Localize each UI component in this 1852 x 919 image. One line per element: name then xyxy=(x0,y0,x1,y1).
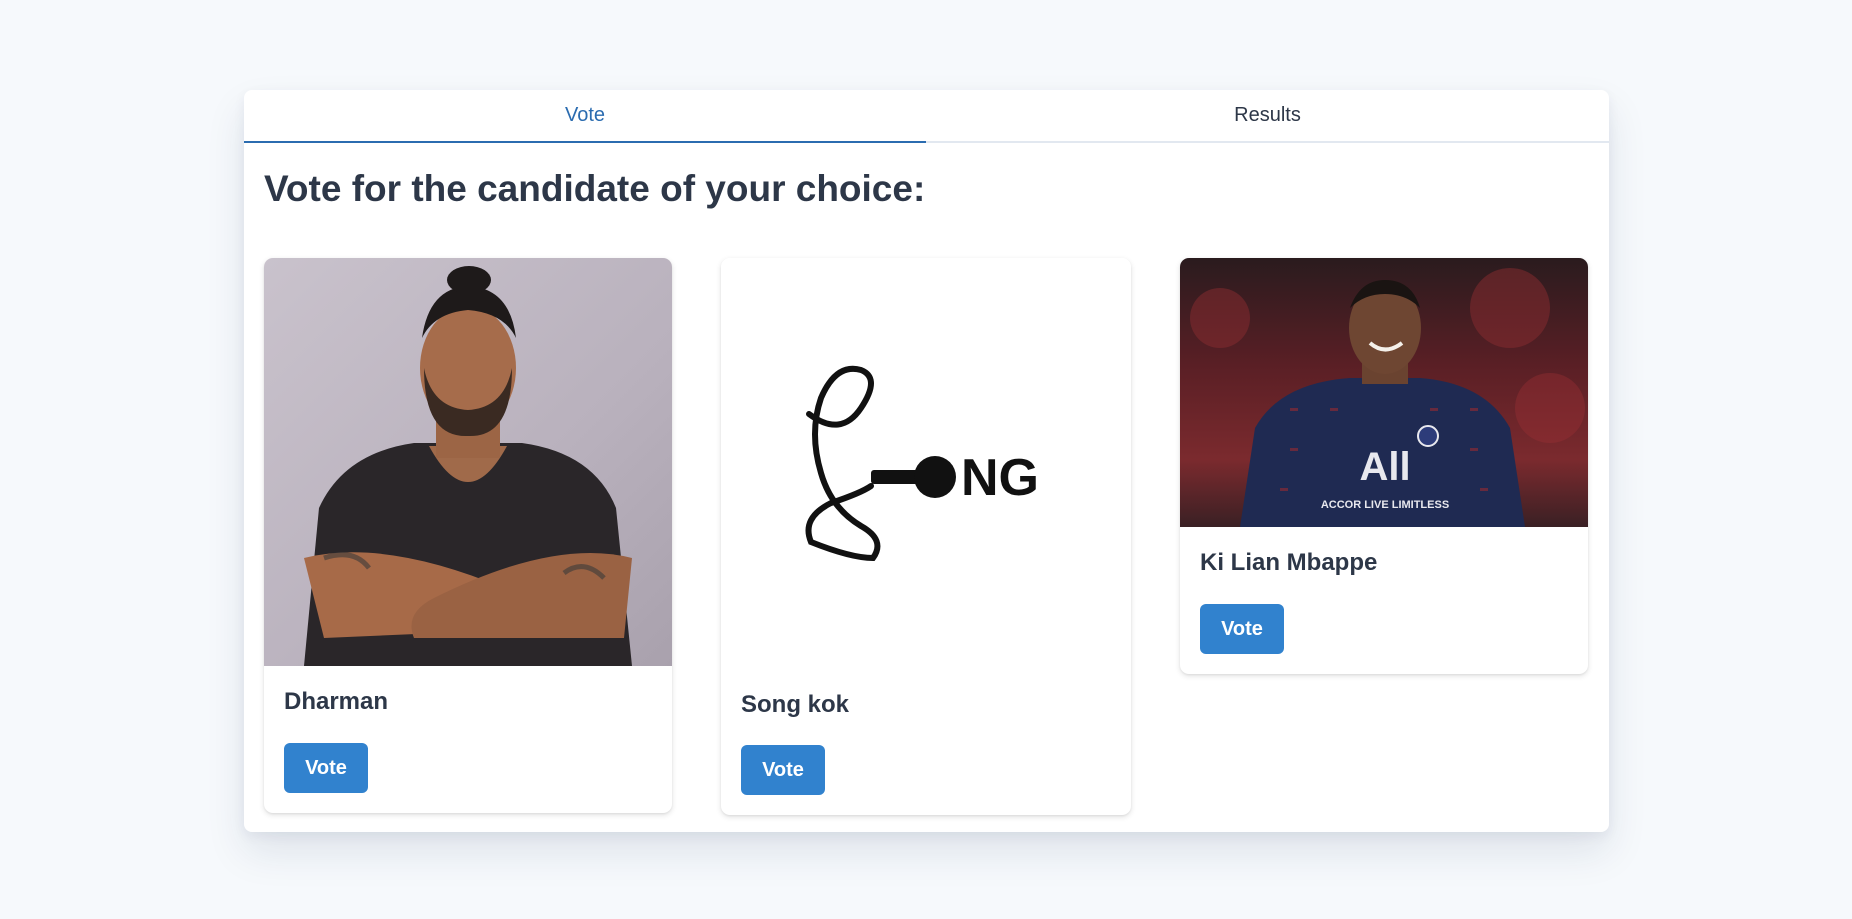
candidate-card: All ACCOR LIVE LIMITLESS Ki Lian Mbappe … xyxy=(1180,258,1588,674)
tab-vote[interactable]: Vote xyxy=(244,90,926,143)
candidate-photo: NG xyxy=(721,258,1131,668)
page-title: Vote for the candidate of your choice: xyxy=(264,168,926,209)
vote-button[interactable]: Vote xyxy=(1200,604,1284,654)
song-logo-image: NG xyxy=(805,365,1039,562)
vote-button[interactable]: Vote xyxy=(284,743,368,793)
vote-button[interactable]: Vote xyxy=(741,745,825,795)
candidate-card: Dharman Vote xyxy=(264,258,672,813)
candidate-card: NG Song kok Vote xyxy=(721,258,1131,815)
logo-text: NG xyxy=(961,449,1039,507)
candidate-name: Ki Lian Mbappe xyxy=(1200,549,1378,576)
voting-panel: Vote Results Vote for the candidate of y… xyxy=(244,90,1609,832)
tab-results[interactable]: Results xyxy=(926,90,1609,141)
portrait-image xyxy=(304,266,632,666)
svg-text:All: All xyxy=(1359,445,1410,489)
candidate-name: Song kok xyxy=(741,691,850,718)
tab-bar: Vote Results xyxy=(244,90,1609,143)
candidate-name: Dharman xyxy=(284,688,389,715)
footballer-image: All ACCOR LIVE LIMITLESS xyxy=(1190,268,1585,527)
candidate-photo xyxy=(264,258,672,666)
candidate-photo: All ACCOR LIVE LIMITLESS xyxy=(1180,258,1588,527)
shirt-text: ACCOR LIVE LIMITLESS xyxy=(1321,499,1449,511)
